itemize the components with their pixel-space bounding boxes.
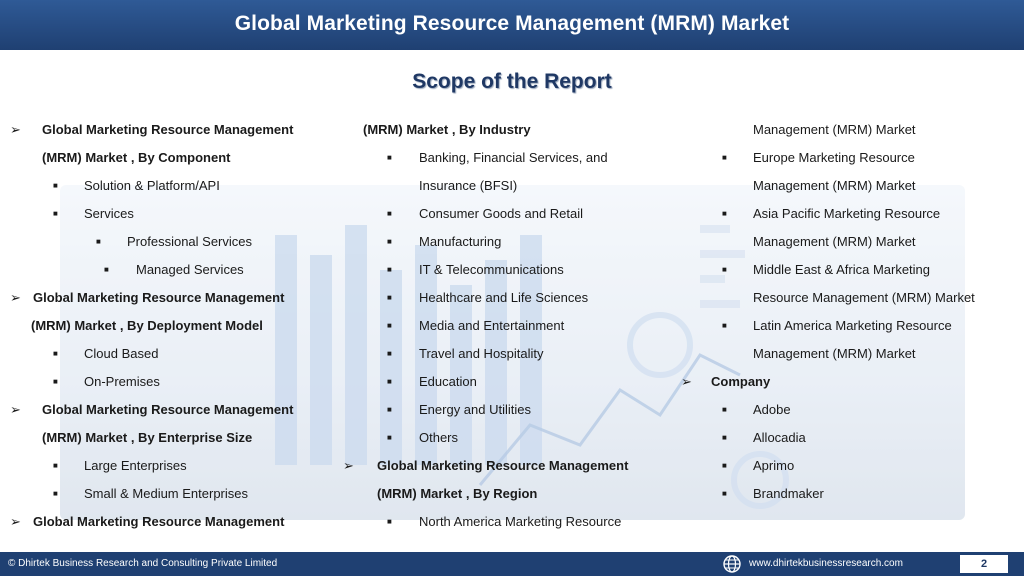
section-subtitle: Scope of the Report: [412, 70, 612, 93]
square-bullet-icon: ■: [53, 181, 58, 190]
page-number: 2: [960, 555, 1008, 573]
square-bullet-icon: ■: [53, 209, 58, 218]
square-bullet-icon: ■: [387, 321, 392, 330]
square-bullet-icon: ■: [96, 237, 101, 246]
square-bullet-icon: ■: [387, 209, 392, 218]
square-bullet-icon: ■: [387, 433, 392, 442]
square-bullet-icon: ■: [387, 293, 392, 302]
square-bullet-icon: ■: [387, 405, 392, 414]
square-bullet-icon: ■: [387, 377, 392, 386]
square-bullet-icon: ■: [387, 517, 392, 526]
square-bullet-icon: ■: [387, 265, 392, 274]
arrow-bullet-icon: ➢: [681, 374, 692, 389]
globe-icon: [722, 554, 742, 574]
list-item: Insurance (BFSI): [419, 178, 518, 193]
list-item: Management (MRM) Market: [753, 234, 916, 249]
footer: © Dhirtek Business Research and Consulti…: [0, 552, 1024, 576]
square-bullet-icon: ■: [53, 461, 58, 470]
list-item: Management (MRM) Market: [753, 346, 916, 361]
list-item: Resource Management (MRM) Market: [753, 290, 975, 305]
list-item: (MRM) Market , By Enterprise Size: [42, 430, 253, 445]
square-bullet-icon: ■: [722, 489, 727, 498]
list-item: (MRM) Market , By Industry: [363, 122, 531, 137]
square-bullet-icon: ■: [722, 209, 727, 218]
square-bullet-icon: ■: [53, 377, 58, 386]
list-item: Management (MRM) Market: [753, 122, 916, 137]
square-bullet-icon: ■: [722, 153, 727, 162]
square-bullet-icon: ■: [387, 153, 392, 162]
square-bullet-icon: ■: [387, 349, 392, 358]
arrow-bullet-icon: ➢: [10, 402, 21, 417]
page-title: Global Marketing Resource Management (MR…: [234, 12, 790, 35]
arrow-bullet-icon: ➢: [10, 122, 21, 137]
list-item: Management (MRM) Market: [753, 178, 916, 193]
square-bullet-icon: ■: [53, 489, 58, 498]
square-bullet-icon: ■: [53, 349, 58, 358]
list-item: (MRM) Market , By Component: [42, 150, 231, 165]
square-bullet-icon: ■: [104, 265, 109, 274]
square-bullet-icon: ■: [722, 433, 727, 442]
square-bullet-icon: ■: [387, 237, 392, 246]
copyright-text: © Dhirtek Business Research and Consulti…: [8, 558, 278, 569]
title-bar: Global Marketing Resource Management (MR…: [0, 0, 1024, 50]
website-link[interactable]: www.dhirtekbusinessresearch.com: [749, 558, 903, 569]
list-item: (MRM) Market , By Deployment Model: [31, 318, 263, 333]
arrow-bullet-icon: ➢: [10, 290, 21, 305]
square-bullet-icon: ■: [722, 405, 727, 414]
arrow-bullet-icon: ➢: [343, 458, 354, 473]
square-bullet-icon: ■: [722, 321, 727, 330]
square-bullet-icon: ■: [722, 461, 727, 470]
list-item: (MRM) Market , By Region: [377, 486, 538, 501]
square-bullet-icon: ■: [722, 265, 727, 274]
arrow-bullet-icon: ➢: [10, 514, 21, 529]
